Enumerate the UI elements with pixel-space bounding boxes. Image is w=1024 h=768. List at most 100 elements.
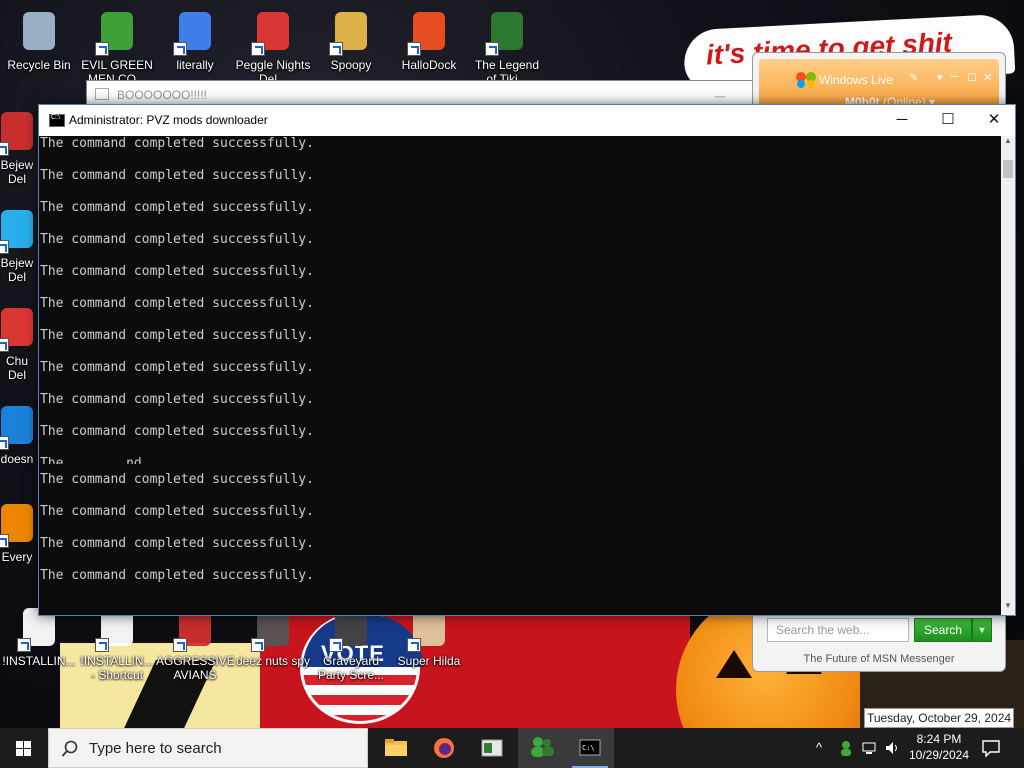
folder-zip-icon [327, 8, 375, 56]
windows-logo-icon [16, 741, 31, 756]
desktop-icon[interactable]: The Legend of Tiki... [468, 8, 546, 86]
cmd-output-line: The command completed successfully. [40, 392, 314, 407]
chrome-icon [171, 8, 219, 56]
desktop-icon[interactable]: HalloDock [390, 8, 468, 72]
scrollbar[interactable]: ▲ ▼ [1001, 136, 1015, 615]
desktop-icon-label: Super Hilda [397, 654, 461, 668]
msn-search-input[interactable]: Search the web... [767, 618, 909, 642]
shortcut-arrow-icon [95, 638, 109, 652]
date-tooltip: Tuesday, October 29, 2024 [864, 708, 1014, 728]
msn-menu-icon[interactable]: ▾ [937, 71, 943, 84]
desktop-icon-label: EVIL GREEN [81, 58, 153, 72]
clock-time: 8:24 PM [916, 732, 962, 746]
desktop-icon-label: !INSTALLIN... [2, 654, 76, 668]
shortcut-arrow-icon [0, 534, 9, 548]
taskbar-clock[interactable]: 8:24 PM 10/29/2024 [904, 731, 974, 763]
cmd-output-line: The command completed successfully. [40, 296, 314, 311]
network-icon[interactable] [862, 740, 878, 759]
msn-footer: The Future of MSN Messenger [803, 653, 955, 665]
desktop-icon[interactable]: Peggle Nights Del... [234, 8, 312, 86]
desktop-icon-label: The Legend [474, 58, 540, 72]
start-button[interactable] [0, 728, 48, 768]
cmd-output-line: The command completed successfully. [40, 232, 314, 247]
taskbar-app[interactable] [468, 728, 516, 768]
maximize-button[interactable]: ☐ [925, 105, 971, 135]
msn-settings-icon[interactable]: ✎ [909, 71, 918, 84]
chevron-down-icon[interactable]: ▼ [972, 618, 992, 642]
minimize-button[interactable]: ─ [879, 105, 925, 135]
search-icon [61, 740, 78, 757]
cmd-output-line: The command completed successfully. [40, 568, 314, 583]
desktop-icon[interactable]: EVIL GREEN MEN CO... [78, 8, 156, 86]
app-icon [0, 500, 41, 548]
cmd-output-line: The command completed successfully. [40, 168, 314, 183]
green-men-icon [93, 8, 141, 56]
clock-date: 10/29/2024 [908, 748, 970, 762]
desktop-icon-label: !INSTALLIN... [80, 654, 154, 668]
desktop-icon[interactable]: literally [156, 8, 234, 72]
desktop-icon-label-line2: - Shortcut [90, 668, 144, 682]
minimize-button[interactable]: ─ [951, 71, 959, 83]
msn-search-button[interactable]: Search [914, 618, 972, 642]
cmd-output-line: The command completed successfully. [40, 536, 314, 551]
taskbar-cmd[interactable]: C:\ [566, 728, 614, 768]
shortcut-arrow-icon [251, 42, 265, 56]
cmd-window[interactable]: Administrator: PVZ mods downloader ─ ☐ ✕… [38, 104, 1016, 616]
game-character-icon [483, 8, 531, 56]
app-icon [0, 402, 41, 450]
cmd-output-line: The command completed successfully. [40, 504, 314, 519]
desktop-icon[interactable]: Spoopy [312, 8, 390, 72]
shortcut-arrow-icon [329, 42, 343, 56]
desktop-icon-label: deez nuts spy [235, 654, 311, 668]
cmd-output-line: The command completed successfully. [40, 328, 314, 343]
taskbar-msn[interactable] [518, 728, 566, 768]
msn-people-icon [531, 737, 554, 757]
cmd-output-line: The command completed successfully. [40, 424, 314, 439]
taskbar-file-explorer[interactable] [372, 728, 420, 768]
background-window-title: BOOOOOOO!!!!! [117, 88, 208, 102]
tray-msn-icon[interactable] [838, 740, 854, 759]
windows-logo-icon [405, 8, 453, 56]
close-button[interactable]: ✕ [971, 105, 1017, 135]
cmd-title: Administrator: PVZ mods downloader [69, 113, 268, 127]
desktop-icon-label-line2: AVIANS [173, 668, 217, 682]
scroll-up-icon[interactable]: ▲ [1001, 136, 1015, 150]
tray-chevron-icon[interactable]: ^ [816, 740, 822, 755]
desktop-icon-label: Peggle Nights [235, 58, 311, 72]
bejeweled-icon [0, 206, 41, 254]
scroll-down-icon[interactable]: ▼ [1001, 601, 1015, 615]
scroll-thumb[interactable] [1003, 160, 1013, 178]
cmd-output[interactable]: The command completed successfully. The c… [39, 136, 1001, 615]
msn-header: Windows Live ✎ ▾ ─ ☐ ✕ M0b0t (Online) ▾ [759, 59, 999, 109]
notification-icon[interactable] [980, 738, 1002, 758]
window-icon [95, 88, 109, 100]
shortcut-arrow-icon [407, 638, 421, 652]
maximize-button[interactable]: ☐ [967, 71, 977, 84]
cmd-output-line: The command completed successfully. [40, 136, 314, 151]
shortcut-arrow-icon [0, 338, 9, 352]
shortcut-arrow-icon [485, 42, 499, 56]
recycle-bin-icon [15, 8, 63, 56]
window-app-icon [481, 739, 503, 757]
shortcut-arrow-icon [173, 638, 187, 652]
desktop-icon-label: Recycle Bin [7, 58, 71, 72]
svg-text:C:\: C:\ [582, 744, 595, 752]
msn-title: Windows Live [819, 73, 894, 87]
taskbar-search-input[interactable]: Type here to search [48, 728, 368, 768]
chuzzle-icon [0, 304, 41, 352]
close-button[interactable]: ✕ [983, 71, 992, 84]
taskbar-firefox[interactable] [420, 728, 468, 768]
firefox-icon [434, 738, 454, 758]
shortcut-arrow-icon [251, 638, 265, 652]
cmd-output-line: The command completed successfully. [40, 472, 314, 487]
desktop-icon[interactable]: Recycle Bin [0, 8, 78, 72]
shortcut-arrow-icon [407, 42, 421, 56]
cmd-titlebar[interactable]: Administrator: PVZ mods downloader ─ ☐ ✕ [39, 105, 1015, 136]
search-placeholder: Type here to search [89, 740, 222, 757]
shortcut-arrow-icon [0, 436, 9, 450]
taskbar: Type here to search C:\ ^ 8:24 PM 10/29/… [0, 728, 1024, 768]
cmd-output-line: The command completed successfully. [40, 360, 314, 375]
volume-icon[interactable] [884, 740, 902, 759]
desktop-icon-label: Graveyard [322, 654, 380, 668]
peggle-icon [249, 8, 297, 56]
